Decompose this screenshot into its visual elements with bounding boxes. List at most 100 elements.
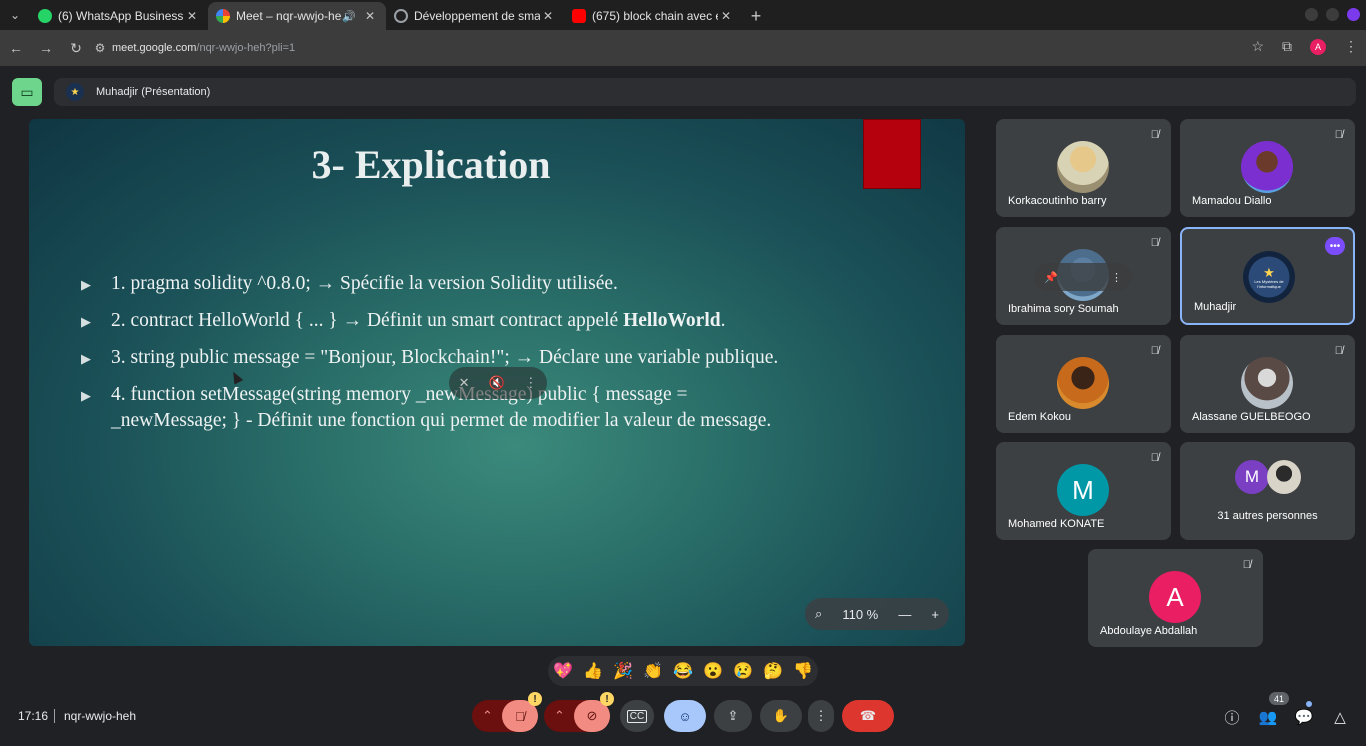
participant-tile[interactable]: 🎙̸ Alassane GUELBEOGO [1180, 335, 1355, 433]
audio-options-chevron-icon[interactable]: ⌃ [482, 708, 493, 724]
tab-whatsapp[interactable]: (6) WhatsApp Business ✕ [30, 2, 208, 30]
participant-tile[interactable]: A 🎙̸ Abdoulaye Abdallah [1088, 549, 1263, 647]
mic-muted-icon: 🎙̸ [1334, 345, 1343, 357]
reaction-surprised[interactable]: 😮 [703, 661, 723, 681]
reaction-heart[interactable]: 💖 [553, 661, 573, 681]
reaction-sad[interactable]: 😢 [733, 661, 753, 681]
tab-development[interactable]: Développement de smar ✕ [386, 2, 564, 30]
participant-tile[interactable]: 📌 ⋮ 🎙̸ Ibrahima sory Soumah [996, 227, 1171, 325]
others-avatar-photo [1267, 460, 1301, 494]
leave-call-button[interactable]: ☎ [842, 700, 894, 732]
new-tab-button[interactable]: + [742, 2, 770, 30]
meeting-time: 17:16 [18, 709, 49, 723]
close-icon[interactable]: ✕ [718, 9, 734, 23]
globe-icon [394, 9, 408, 23]
participant-logo-text: Les Mystères de l'informatique [1254, 278, 1284, 289]
hang-up-icon: ☎ [859, 708, 877, 723]
reaction-thumbs-up[interactable]: 👍 [583, 661, 603, 681]
tab-search-icon[interactable]: ⌄ [0, 0, 30, 30]
bullet-arrow-icon: ▶ [81, 351, 91, 366]
close-window-button[interactable] [1347, 8, 1360, 21]
window-controls [1305, 8, 1360, 21]
participant-name: Mohamed KONATE [1008, 518, 1105, 530]
tab-title: Meet – nqr-wwjo-heh [236, 9, 343, 23]
browser-menu-icon[interactable]: ⋮ [1344, 38, 1358, 55]
presentation-devices-icon[interactable]: ▭ [12, 78, 42, 106]
meeting-info-icon[interactable]: ⓘ [1220, 705, 1244, 729]
reaction-party[interactable]: 🎉 [613, 661, 633, 681]
pin-off-icon[interactable]: ✕ [459, 375, 470, 391]
video-options-chevron-icon[interactable]: ⌃ [554, 708, 565, 724]
participant-tile[interactable]: 🎙̸ Edem Kokou [996, 335, 1171, 433]
participant-logo: ★ Les Mystères de l'informatique [1243, 251, 1295, 303]
more-options-icon[interactable]: ••• [1325, 237, 1345, 255]
camera-warning-icon: ! [600, 692, 614, 706]
slide-red-block [863, 119, 921, 189]
participant-name: Muhadjir [1194, 301, 1237, 313]
slide-bullet-list: ▶ 1. pragma solidity ^0.8.0; → Spécifie … [81, 271, 781, 444]
mic-muted-icon: 🎙̸ [1334, 129, 1343, 141]
close-icon[interactable]: ✕ [540, 9, 556, 23]
pin-icon[interactable]: 📌 [1044, 271, 1058, 284]
participant-name: Ibrahima sory Soumah [1008, 303, 1119, 315]
tab-youtube[interactable]: (675) block chain avec et ✕ [564, 2, 742, 30]
minimize-button[interactable] [1305, 8, 1318, 21]
reload-icon[interactable]: ↻ [62, 34, 90, 62]
participant-tile-selected[interactable]: ★ Les Mystères de l'informatique ••• Muh… [1180, 227, 1355, 325]
participant-initial-avatar: A [1149, 571, 1201, 623]
reaction-thumbs-down[interactable]: 👎 [793, 661, 813, 681]
tab-title: (675) block chain avec et [592, 9, 718, 23]
reaction-thinking[interactable]: 🤔 [763, 661, 783, 681]
toolbar-actions: ☆ ⧉ A ⋮ [1251, 38, 1358, 55]
site-info-icon[interactable]: ⚙ [88, 41, 112, 55]
forward-arrow-icon[interactable]: → [32, 34, 60, 62]
participant-tile[interactable]: 🎙̸ Mamadou Diallo [1180, 119, 1355, 217]
bookmark-star-icon[interactable]: ☆ [1251, 38, 1264, 55]
bullet-arrow-icon: ▶ [81, 277, 91, 292]
mic-control-group: ⌃ 🎙̸ ! [472, 692, 542, 732]
mute-speaker-icon[interactable]: 🔇 [489, 375, 505, 391]
tab-title: (6) WhatsApp Business [58, 9, 184, 23]
tab-meet[interactable]: Meet – nqr-wwjo-heh 🔊 ✕ [208, 2, 386, 30]
close-icon[interactable]: ✕ [184, 9, 200, 23]
more-vert-icon: ⋮ [814, 708, 828, 723]
participant-photo [1241, 357, 1293, 409]
participant-tile[interactable]: 🎙̸ Korkacoutinho barry [996, 119, 1171, 217]
reaction-laugh[interactable]: 😂 [673, 661, 693, 681]
hand-icon: ✋ [772, 708, 790, 723]
zoom-in-button[interactable]: + [931, 607, 939, 622]
star-icon: ★ [1263, 264, 1275, 280]
browser-tab-strip: ⌄ (6) WhatsApp Business ✕ Meet – nqr-wwj… [0, 0, 1366, 30]
address-bar[interactable]: ⚙ meet.google.com/nqr-wwjo-heh?pli=1 [88, 34, 1268, 62]
divider [54, 709, 55, 723]
bullet-text-end: . [720, 310, 726, 331]
others-tile[interactable]: M 31 autres personnes [1180, 442, 1355, 540]
zoom-out-button[interactable]: — [898, 607, 911, 622]
close-icon[interactable]: ✕ [362, 9, 378, 23]
raise-hand-button[interactable]: ✋ [760, 700, 802, 732]
speaker-icon[interactable]: 🔊 [342, 10, 356, 23]
more-options-icon[interactable]: ⋮ [524, 375, 537, 391]
captions-icon: CC [626, 709, 648, 723]
more-options-button[interactable]: ⋮ [808, 700, 834, 732]
back-arrow-icon[interactable]: ← [2, 34, 30, 62]
reactions-button[interactable]: ☺ [664, 700, 706, 732]
captions-button[interactable]: CC [620, 700, 654, 732]
browser-toolbar: ← → ↻ ⚙ meet.google.com/nqr-wwjo-heh?pli… [0, 30, 1366, 66]
emoji-icon: ☺ [678, 708, 692, 724]
profile-avatar[interactable]: A [1310, 38, 1326, 55]
bullet-text-container: 2. contract HelloWorld { ... } → Définit… [111, 308, 725, 335]
participant-photo [1057, 141, 1109, 193]
bullet-text: 3. string public message = "Bonjour, Blo… [111, 347, 779, 368]
more-options-icon[interactable]: ⋮ [1111, 271, 1122, 284]
maximize-button[interactable] [1326, 8, 1339, 21]
people-icon[interactable]: 👥 [1256, 705, 1280, 729]
participant-tile[interactable]: M 🎙̸ Mohamed KONATE [996, 442, 1171, 540]
reaction-clap[interactable]: 👏 [643, 661, 663, 681]
activities-icon[interactable]: △ [1328, 705, 1352, 729]
present-screen-button[interactable]: ⇪ [714, 700, 752, 732]
zoom-magnifier-icon[interactable]: ⌕ [815, 606, 822, 622]
chat-icon[interactable]: 💬 [1292, 705, 1316, 729]
presenter-logo: ★ [66, 83, 84, 101]
extensions-icon[interactable]: ⧉ [1282, 38, 1292, 55]
